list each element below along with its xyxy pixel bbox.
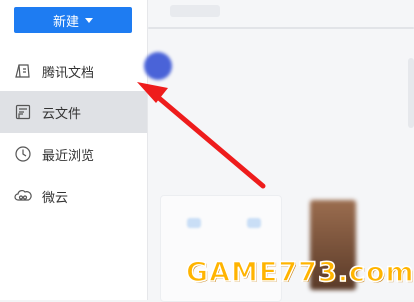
sidebar-item-cloud-file[interactable]: 云文件 [0, 91, 147, 133]
sidebar-item-label: 微云 [42, 190, 69, 206]
sidebar-item-label: 最近浏览 [42, 148, 95, 164]
sidebar: 新建 腾讯文档 云文件 最近浏览 微云 [0, 0, 148, 300]
cloud-file-icon [14, 103, 32, 121]
sidebar-item-weiyun[interactable]: 微云 [0, 175, 147, 217]
divider [148, 27, 414, 29]
new-button[interactable]: 新建 [14, 7, 132, 33]
watermark-text: GAME773.com [185, 256, 414, 289]
caret-down-icon [85, 17, 93, 23]
clock-icon [14, 145, 32, 163]
sidebar-item-label: 腾讯文档 [42, 65, 95, 81]
file-icon [247, 218, 261, 228]
weiyun-cloud-icon [14, 187, 32, 205]
blurred-panel [408, 58, 414, 128]
sidebar-item-recent[interactable]: 最近浏览 [0, 133, 147, 175]
file-icon [187, 218, 201, 228]
avatar [144, 52, 172, 80]
blurred-header [170, 5, 220, 17]
sidebar-item-tencent-docs[interactable]: 腾讯文档 [0, 50, 147, 92]
sidebar-item-label: 云文件 [42, 106, 82, 122]
tencent-docs-icon [14, 62, 32, 80]
new-button-label: 新建 [52, 14, 79, 30]
main-content-area [144, 0, 414, 302]
